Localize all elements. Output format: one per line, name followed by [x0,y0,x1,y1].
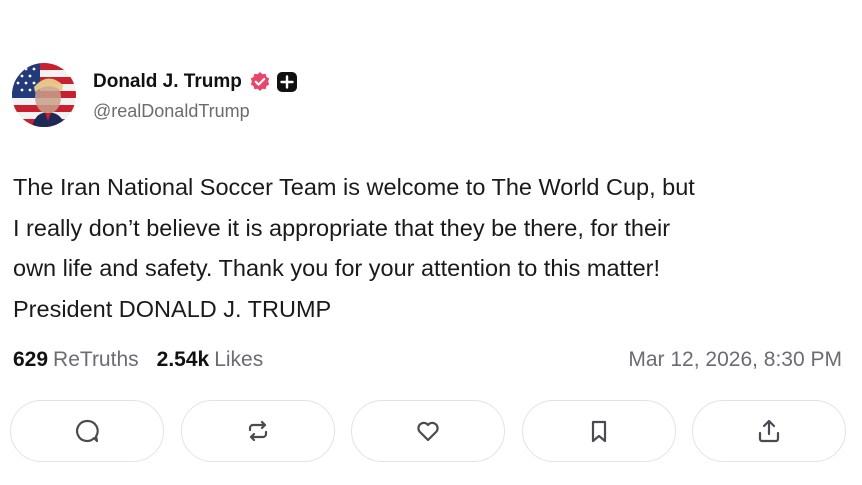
bookmark-button[interactable] [521,400,676,462]
retruth-icon [244,417,272,445]
retruths-label: ReTruths [53,348,139,371]
reply-icon [73,417,101,445]
post-stats: 629 ReTruths 2.54k Likes Mar 12, 2026, 8:3… [13,345,842,375]
post-body-line: own life and safety. Thank you for your … [13,255,661,281]
post-body-line: The Iran National Soccer Team is welcome… [13,174,695,200]
post-actions [10,400,846,464]
author-name-row: Donald J. Trump [93,68,298,96]
share-icon [755,417,783,445]
post-body: The Iran National Soccer Team is welcome… [13,167,853,329]
verified-badge-icon [249,71,271,93]
author-identity: Donald J. Trump @realDonaldTrump [93,68,298,122]
plus-badge-icon [276,71,298,93]
post-body-line: President DONALD J. TRUMP [13,295,332,322]
likes-label: Likes [214,348,264,371]
likes-count: 2.54k [156,348,210,371]
share-button[interactable] [692,400,846,462]
post-timestamp[interactable]: Mar 12, 2026, 8:30 PM [628,348,842,372]
author-display-name[interactable]: Donald J. Trump [93,71,242,93]
retruths-stat[interactable]: 629 ReTruths [13,348,139,372]
reply-button[interactable] [10,400,164,462]
post-body-line: I really don’t believe it is appropriate… [13,214,671,241]
like-icon [414,417,442,445]
bookmark-icon [585,417,613,445]
avatar[interactable] [12,63,76,127]
post-header: Donald J. Trump @realDonaldTrump [12,63,298,127]
like-button[interactable] [351,400,505,462]
author-handle[interactable]: @realDonaldTrump [93,101,298,122]
post-card: Donald J. Trump @realDonaldTrump The Ira… [0,0,862,485]
retruth-button[interactable] [180,400,335,462]
retruths-count: 629 [13,348,49,371]
likes-stat[interactable]: 2.54k Likes [157,348,264,372]
